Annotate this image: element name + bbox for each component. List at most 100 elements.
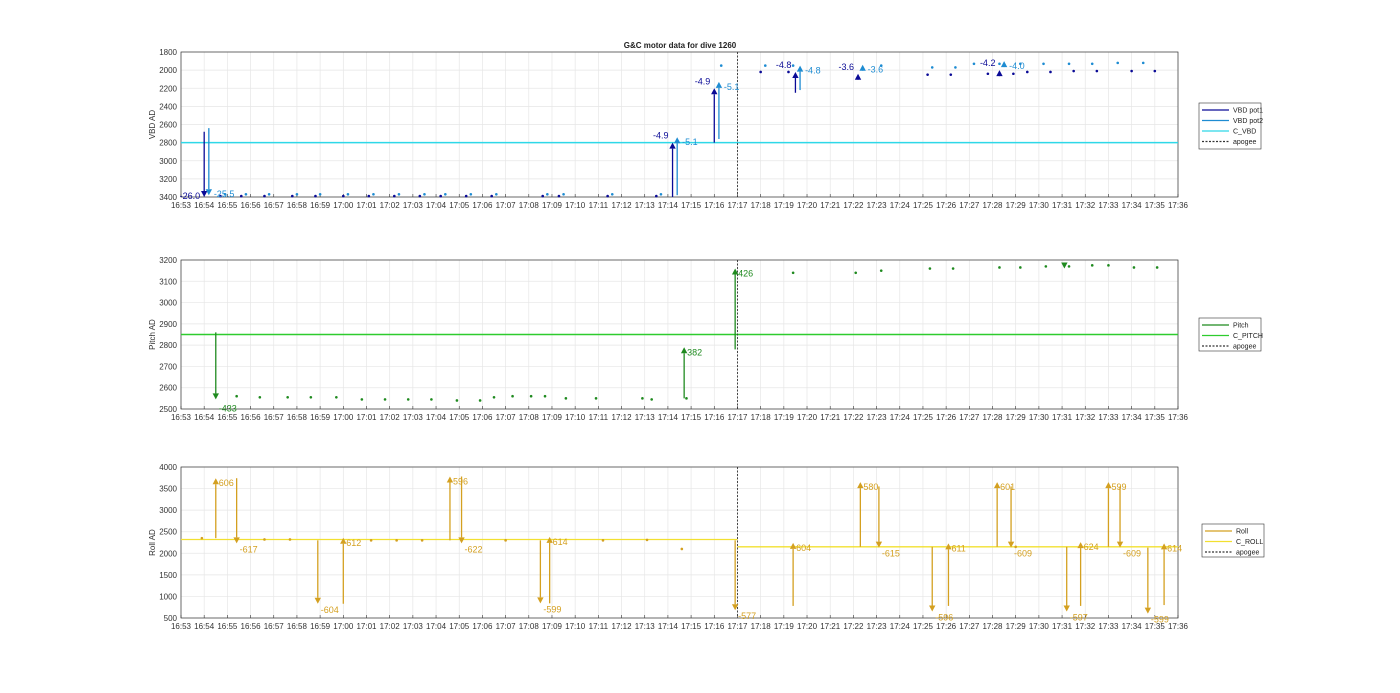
y-axis-label: Roll AD (148, 529, 157, 556)
data-point (430, 398, 433, 401)
x-tick-label: 17:16 (704, 201, 725, 210)
x-tick-label: 17:02 (380, 413, 401, 422)
arrow-head (792, 71, 799, 78)
arrow-label: 612 (346, 538, 361, 548)
data-point (1019, 266, 1022, 269)
data-point (1132, 266, 1136, 269)
x-tick-label: 17:05 (449, 622, 470, 631)
arrow-label: -25.5 (214, 189, 235, 199)
x-tick-label: 17:12 (612, 201, 633, 210)
x-tick-label: 17:08 (519, 201, 540, 210)
arrow-label: 614 (1167, 543, 1182, 553)
x-tick-label: 17:15 (681, 201, 702, 210)
data-point (930, 66, 934, 69)
data-point (998, 266, 1001, 269)
data-point (420, 539, 424, 542)
y-axis-label: VBD AD (148, 110, 157, 140)
data-point (1049, 70, 1052, 74)
x-tick-label: 17:12 (612, 622, 633, 631)
data-point (928, 267, 932, 270)
y-tick-label: 2000 (159, 549, 177, 558)
arrow-head (673, 137, 681, 144)
arrow-label: -4.8 (805, 66, 821, 76)
data-point (1067, 62, 1071, 66)
arrow-label: 614 (553, 537, 568, 547)
y-tick-label: 3400 (159, 193, 177, 202)
y-tick-label: 2600 (159, 121, 177, 130)
x-tick-label: 17:11 (589, 413, 609, 422)
x-tick-label: 17:29 (1006, 413, 1027, 422)
x-tick-label: 17:18 (751, 201, 772, 210)
data-point (986, 72, 990, 76)
x-tick-label: 17:25 (913, 413, 934, 422)
x-tick-label: 17:28 (982, 413, 1003, 422)
x-tick-label: 16:57 (264, 201, 285, 210)
x-tick-label: 17:29 (1006, 622, 1027, 631)
y-tick-label: 500 (164, 614, 178, 623)
y-tick-label: 4000 (159, 463, 177, 472)
data-point (235, 394, 238, 398)
data-point (685, 397, 688, 400)
x-tick-label: 17:27 (959, 201, 980, 210)
x-tick-label: 17:08 (519, 622, 540, 631)
data-point (369, 539, 373, 542)
arrow-label: 382 (687, 347, 702, 357)
arrow-label: 604 (796, 543, 811, 553)
data-point (478, 399, 482, 402)
x-tick-label: 17:33 (1098, 201, 1119, 210)
arrow-head (715, 81, 723, 88)
x-tick-label: 17:15 (681, 622, 702, 631)
y-tick-label: 1000 (159, 592, 177, 601)
data-point (395, 539, 398, 542)
x-tick-label: 16:59 (310, 201, 331, 210)
x-tick-label: 17:13 (635, 413, 656, 422)
data-point (791, 271, 795, 275)
arrow-head (711, 88, 718, 95)
x-tick-label: 17:30 (1029, 413, 1050, 422)
x-tick-label: 16:58 (287, 622, 308, 631)
x-tick-label: 17:05 (449, 201, 470, 210)
x-tick-label: 17:11 (589, 622, 609, 631)
x-tick-label: 17:16 (704, 413, 725, 422)
y-tick-label: 3000 (159, 299, 177, 308)
x-tick-label: 17:19 (774, 413, 795, 422)
data-point (263, 194, 266, 198)
x-tick-label: 17:22 (843, 622, 864, 631)
x-tick-label: 17:15 (681, 413, 702, 422)
legend-label: C_VBD (1233, 129, 1256, 136)
data-point (1141, 61, 1145, 65)
legend-label: C_PITCH (1233, 333, 1263, 340)
x-tick-label: 17:03 (403, 201, 424, 210)
x-tick-label: 17:09 (542, 201, 563, 210)
x-tick-label: 17:30 (1029, 201, 1050, 210)
y-tick-label: 2800 (159, 341, 177, 350)
y-tick-label: 2500 (159, 405, 177, 414)
y-tick-label: 2400 (159, 102, 177, 111)
arrow-head (996, 70, 1003, 77)
data-point (1095, 69, 1099, 73)
x-tick-label: 17:03 (403, 622, 424, 631)
x-tick-label: 17:20 (797, 622, 818, 631)
data-point (406, 398, 410, 401)
data-point (854, 271, 858, 275)
x-tick-label: 17:00 (333, 622, 354, 631)
data-point (787, 70, 790, 74)
x-tick-label: 17:31 (1052, 201, 1073, 210)
x-tick-label: 17:32 (1075, 413, 1096, 422)
data-point (444, 192, 447, 196)
x-tick-label: 17:10 (565, 201, 586, 210)
y-tick-label: 3200 (159, 256, 177, 265)
y-tick-label: 3500 (159, 485, 177, 494)
data-point (360, 398, 364, 401)
x-tick-label: 17:19 (774, 622, 795, 631)
y-tick-label: 2700 (159, 362, 177, 371)
axes-frame (180, 466, 1179, 619)
arrow-head (854, 73, 862, 80)
x-tick-label: 17:32 (1075, 201, 1096, 210)
legend: Pitch C_PITCHapogee (1198, 317, 1263, 352)
x-tick-label: 16:54 (194, 622, 215, 631)
data-point (439, 194, 442, 198)
arrow-label: -3.6 (839, 62, 855, 72)
legend-label: VBD pot2 (1233, 118, 1263, 125)
x-tick-label: 17:26 (936, 622, 957, 631)
